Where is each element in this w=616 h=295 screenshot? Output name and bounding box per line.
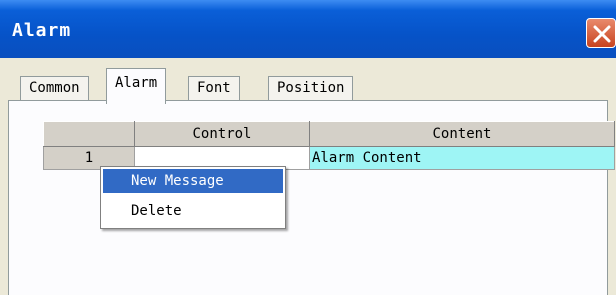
menu-item-new-message[interactable]: New Message [103,169,283,193]
content-cell[interactable]: Alarm Content [309,146,615,170]
title-bar[interactable]: Alarm [0,0,616,58]
tab-position[interactable]: Position [268,76,354,102]
tab-alarm-label: Alarm [115,75,158,91]
control-column-header[interactable]: Control [134,121,310,147]
content-column-header[interactable]: Content [309,121,615,147]
dialog-body: Common Alarm Font Position Control Conte… [0,58,616,295]
alarm-dialog: Alarm Common Alarm Font Position Control… [0,0,616,295]
rownum-header [43,121,135,147]
tab-bar: Common Alarm Font Position [20,68,580,104]
tab-common[interactable]: Common [20,76,89,102]
tab-alarm[interactable]: Alarm [106,68,167,104]
tab-position-label: Position [277,80,345,96]
tab-common-label: Common [29,80,80,96]
alarm-tab-panel: Control Content 1 Alarm Content [8,100,615,295]
menu-item-delete[interactable]: Delete [103,199,283,223]
menu-item-label: New Message [131,173,224,189]
close-x-icon [593,25,611,43]
close-button[interactable] [586,18,616,48]
tab-font[interactable]: Font [188,76,240,102]
grid-header-row: Control Content [43,121,615,147]
context-menu: New Message Delete [100,166,286,229]
alarm-grid: Control Content 1 Alarm Content [43,121,615,170]
tab-font-label: Font [197,80,231,96]
menu-item-label: Delete [131,203,182,219]
window-title: Alarm [12,20,72,41]
